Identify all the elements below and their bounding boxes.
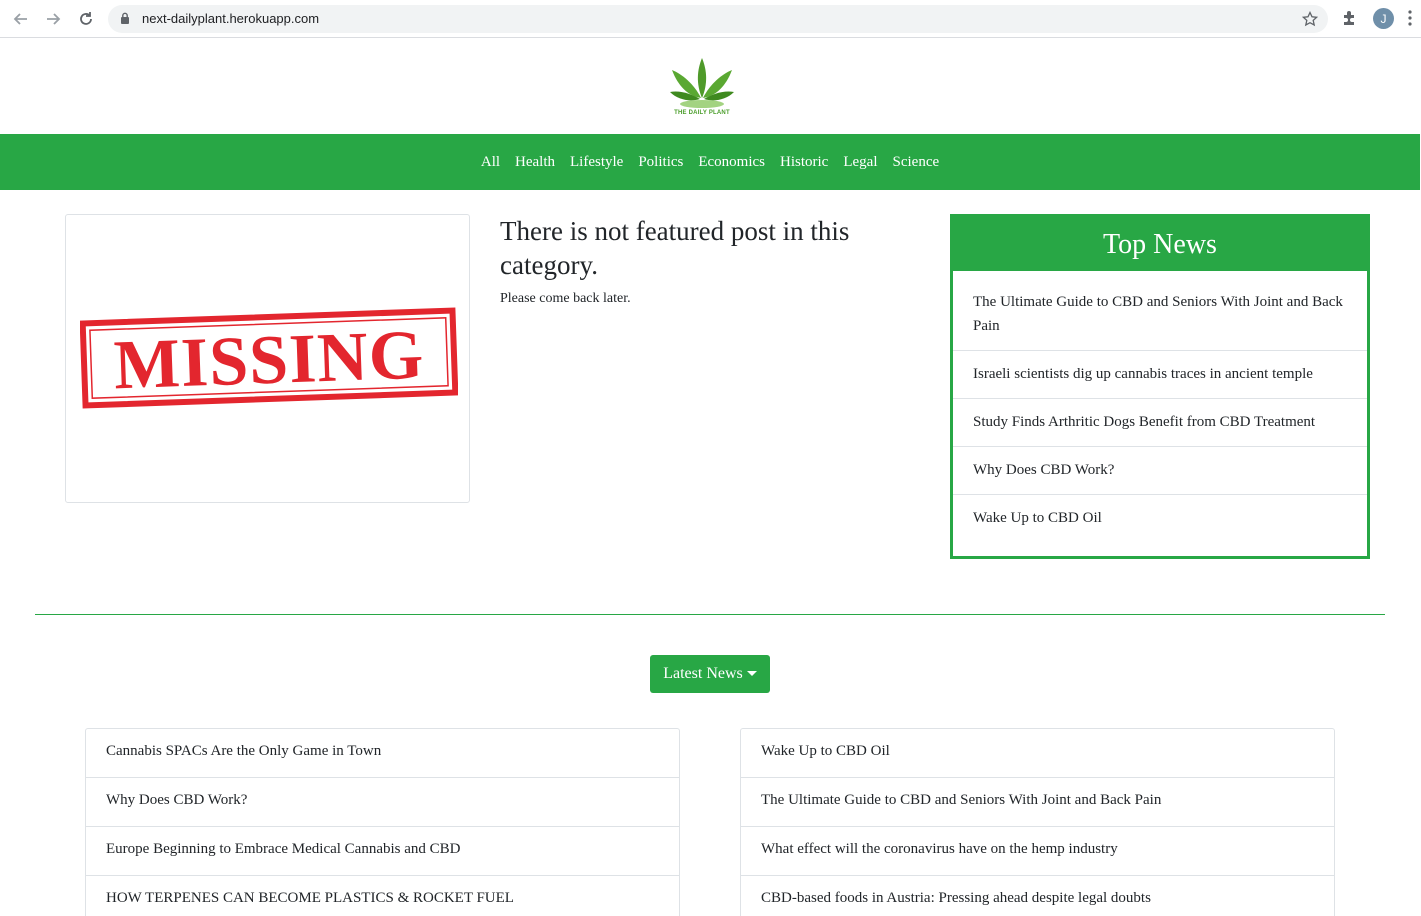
nav-item-economics[interactable]: Economics [698,154,765,171]
list-item[interactable]: CBD-based foods in Austria: Pressing ahe… [741,876,1334,916]
bookmark-star-icon[interactable] [1301,10,1319,32]
top-news-item[interactable]: Wake Up to CBD Oil [953,494,1367,542]
nav-item-lifestyle[interactable]: Lifestyle [570,154,623,171]
back-icon[interactable] [11,9,31,29]
top-news-item[interactable]: Why Does CBD Work? [953,446,1367,494]
featured-image-card: MISSING [65,214,470,503]
missing-stamp-image: MISSING [80,307,458,409]
latest-news-dropdown-button[interactable]: Latest News [650,655,770,693]
top-news-panel: Top News The Ultimate Guide to CBD and S… [950,214,1370,559]
nav-item-health[interactable]: Health [515,154,555,171]
lock-icon [120,12,130,30]
list-item[interactable]: What effect will the coronavirus have on… [741,827,1334,876]
cannabis-leaf-icon [670,58,734,108]
forward-icon[interactable] [43,9,63,29]
top-news-title: Top News [953,217,1367,271]
profile-avatar[interactable]: J [1373,8,1394,29]
top-news-item[interactable]: Israeli scientists dig up cannabis trace… [953,350,1367,398]
nav-item-legal[interactable]: Legal [843,154,877,171]
top-news-item[interactable]: The Ultimate Guide to CBD and Seniors Wi… [953,271,1367,350]
browser-toolbar: next-dailyplant.herokuapp.com J [0,0,1421,38]
logo-text: THE DAILY PLANT [674,110,730,116]
list-item[interactable]: Europe Beginning to Embrace Medical Cann… [86,827,679,876]
featured-subtitle: Please come back later. [500,291,631,306]
extensions-icon[interactable] [1341,9,1359,32]
nav-item-science[interactable]: Science [893,154,940,171]
nav-item-historic[interactable]: Historic [780,154,828,171]
latest-news-list-left: Cannabis SPACs Are the Only Game in Town… [85,728,680,916]
nav-item-all[interactable]: All [481,154,500,171]
list-item[interactable]: The Ultimate Guide to CBD and Seniors Wi… [741,778,1334,827]
section-divider [35,614,1385,615]
address-bar[interactable]: next-dailyplant.herokuapp.com [108,5,1328,33]
list-item[interactable]: Why Does CBD Work? [86,778,679,827]
reload-icon[interactable] [76,9,96,29]
list-item[interactable]: Wake Up to CBD Oil [741,729,1334,778]
latest-news-list-right: Wake Up to CBD Oil The Ultimate Guide to… [740,728,1335,916]
site-logo[interactable]: THE DAILY PLANT [664,52,740,122]
url-text: next-dailyplant.herokuapp.com [142,11,320,26]
svg-text:MISSING: MISSING [113,317,426,405]
list-item[interactable]: HOW TERPENES CAN BECOME PLASTICS & ROCKE… [86,876,679,916]
featured-title: There is not featured post in this categ… [500,216,850,280]
browser-menu-icon[interactable] [1408,10,1412,31]
latest-news-label: Latest News [663,665,743,682]
top-news-item[interactable]: Study Finds Arthritic Dogs Benefit from … [953,398,1367,446]
caret-down-icon [746,670,757,676]
category-nav: All Health Lifestyle Politics Economics … [0,134,1420,190]
list-item[interactable]: Cannabis SPACs Are the Only Game in Town [86,729,679,778]
nav-item-politics[interactable]: Politics [638,154,683,171]
